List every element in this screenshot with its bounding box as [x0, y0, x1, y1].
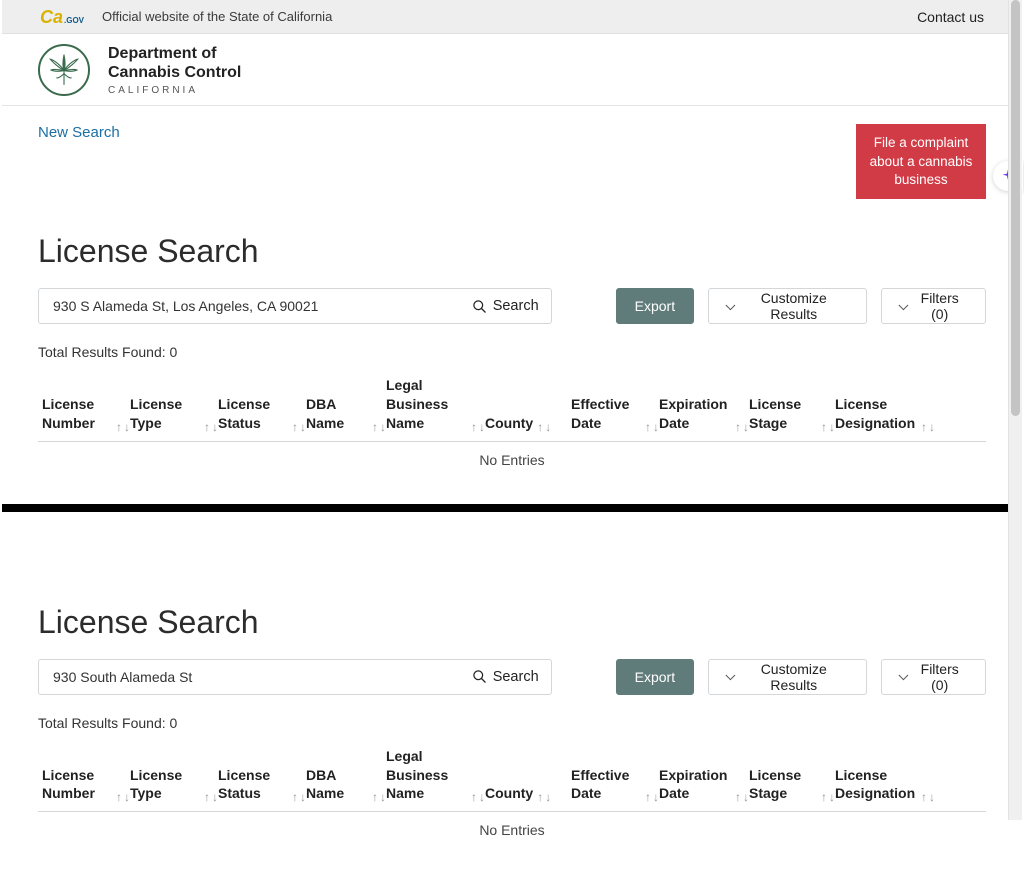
search-box: Search: [38, 659, 552, 695]
gov-tagline: Official website of the State of Califor…: [102, 9, 332, 24]
col-expiration-date[interactable]: Expiration Date↑↓: [659, 376, 749, 433]
no-entries-message: No Entries: [38, 812, 986, 844]
frame-divider: [2, 504, 1022, 512]
col-license-designation[interactable]: License Designation↑↓: [835, 747, 935, 804]
col-license-type[interactable]: License Type↑↓: [130, 747, 218, 804]
sort-icon: ↑↓: [921, 791, 935, 803]
col-dba-name[interactable]: DBA Name↑↓: [306, 376, 386, 433]
col-legal-business-name[interactable]: Legal Business Name↑↓: [386, 376, 485, 433]
col-license-status[interactable]: License Status↑↓: [218, 747, 306, 804]
contact-us-link[interactable]: Contact us: [917, 9, 984, 25]
chevron-down-icon: [898, 300, 908, 310]
chevron-down-icon: [898, 671, 908, 681]
file-complaint-button[interactable]: File a complaint about a cannabis busine…: [856, 124, 986, 199]
customize-results-button[interactable]: Customize Results: [708, 288, 867, 324]
no-entries-message: No Entries: [38, 442, 986, 474]
sort-icon: ↑↓: [921, 421, 935, 433]
chevron-down-icon: [726, 300, 736, 310]
sort-icon: ↑↓: [821, 791, 835, 803]
search-label: Search: [493, 298, 539, 314]
search-input[interactable]: [51, 297, 472, 315]
col-county[interactable]: County↑↓: [485, 747, 571, 804]
customize-label: Customize Results: [740, 290, 848, 322]
total-results: Total Results Found: 0: [38, 344, 986, 360]
gov-banner: Ca.GOV Official website of the State of …: [2, 0, 1022, 34]
search-button[interactable]: Search: [472, 298, 539, 314]
col-legal-business-name[interactable]: Legal Business Name↑↓: [386, 747, 485, 804]
sort-icon: ↑↓: [116, 791, 130, 803]
sort-icon: ↑↓: [292, 791, 306, 803]
scrollbar-thumb[interactable]: [1011, 0, 1020, 416]
gov-suffix: .GOV: [64, 17, 84, 25]
filters-button[interactable]: Filters (0): [881, 288, 986, 324]
ca-gov-logo[interactable]: Ca.GOV: [40, 8, 84, 26]
sort-icon: ↑↓: [116, 421, 130, 433]
department-header: Department of Cannabis Control CALIFORNI…: [2, 34, 1022, 106]
scrollbar[interactable]: [1008, 0, 1022, 820]
results-table-header: License Number↑↓ License Type↑↓ License …: [38, 747, 986, 813]
page-title: License Search: [38, 604, 986, 641]
col-license-status[interactable]: License Status↑↓: [218, 376, 306, 433]
search-icon: [472, 299, 487, 314]
dept-name-line1: Department of: [108, 44, 241, 63]
search-icon: [472, 669, 487, 684]
sort-icon: ↑↓: [471, 791, 485, 803]
dept-subtitle: CALIFORNIA: [108, 85, 241, 96]
sort-icon: ↑↓: [735, 421, 749, 433]
col-license-stage[interactable]: License Stage↑↓: [749, 376, 835, 433]
search-button[interactable]: Search: [472, 669, 539, 685]
search-label: Search: [493, 669, 539, 685]
customize-results-button[interactable]: Customize Results: [708, 659, 867, 695]
col-license-type[interactable]: License Type↑↓: [130, 376, 218, 433]
filters-button[interactable]: Filters (0): [881, 659, 986, 695]
sort-icon: ↑↓: [204, 791, 218, 803]
sort-icon: ↑↓: [372, 791, 386, 803]
col-expiration-date[interactable]: Expiration Date↑↓: [659, 747, 749, 804]
total-results: Total Results Found: 0: [38, 715, 986, 731]
col-license-number[interactable]: License Number↑↓: [38, 376, 130, 433]
results-table-header: License Number↑↓ License Type↑↓ License …: [38, 376, 986, 442]
sort-icon: ↑↓: [537, 421, 551, 433]
sort-icon: ↑↓: [537, 791, 551, 803]
sort-icon: ↑↓: [204, 421, 218, 433]
sort-icon: ↑↓: [471, 421, 485, 433]
customize-label: Customize Results: [740, 661, 848, 693]
new-search-link[interactable]: New Search: [38, 124, 120, 141]
col-effective-date[interactable]: Effective Date↑↓: [571, 747, 659, 804]
chevron-down-icon: [726, 671, 736, 681]
col-license-stage[interactable]: License Stage↑↓: [749, 747, 835, 804]
sort-icon: ↑↓: [821, 421, 835, 433]
filters-label: Filters (0): [912, 290, 967, 322]
sort-icon: ↑↓: [292, 421, 306, 433]
sort-icon: ↑↓: [645, 791, 659, 803]
cannabis-leaf-icon: [38, 44, 90, 96]
col-county[interactable]: County↑↓: [485, 376, 571, 433]
col-effective-date[interactable]: Effective Date↑↓: [571, 376, 659, 433]
search-input[interactable]: [51, 668, 472, 686]
page-title: License Search: [38, 233, 986, 270]
search-box: Search: [38, 288, 552, 324]
filters-label: Filters (0): [912, 661, 967, 693]
sort-icon: ↑↓: [372, 421, 386, 433]
dept-name-line2: Cannabis Control: [108, 63, 241, 82]
sort-icon: ↑↓: [735, 791, 749, 803]
export-button[interactable]: Export: [616, 288, 694, 324]
export-button[interactable]: Export: [616, 659, 694, 695]
col-dba-name[interactable]: DBA Name↑↓: [306, 747, 386, 804]
col-license-designation[interactable]: License Designation↑↓: [835, 376, 935, 433]
sort-icon: ↑↓: [645, 421, 659, 433]
col-license-number[interactable]: License Number↑↓: [38, 747, 130, 804]
